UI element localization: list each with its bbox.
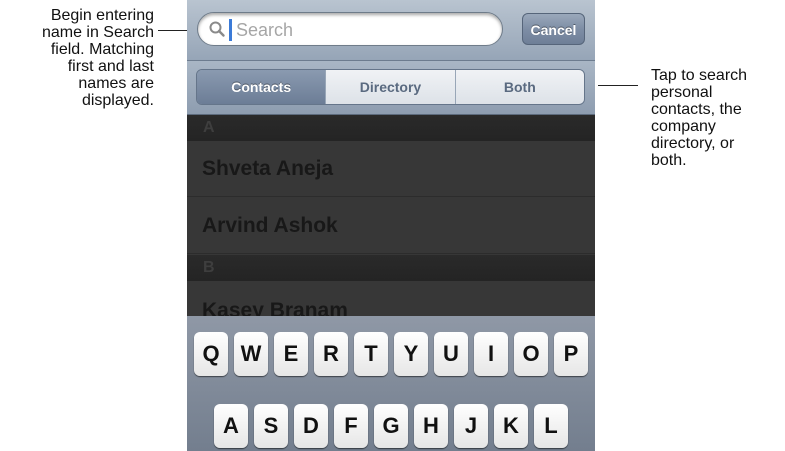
key-o[interactable]: O xyxy=(514,332,548,376)
callout-leader-line xyxy=(598,85,638,86)
callout-search-instructions: Begin entering name in Search field. Mat… xyxy=(0,7,154,109)
keyboard-row-top: Q W E R T Y U I O P xyxy=(187,332,595,376)
callout-line: both. xyxy=(651,152,687,169)
contact-row[interactable]: Arvind Ashok xyxy=(187,198,595,254)
key-j[interactable]: J xyxy=(454,404,488,448)
search-bar: Cancel xyxy=(187,0,595,61)
callout-line: personal xyxy=(651,84,713,101)
callout-line: field. Matching xyxy=(50,41,154,58)
key-r[interactable]: R xyxy=(314,332,348,376)
key-y[interactable]: Y xyxy=(394,332,428,376)
search-icon xyxy=(209,21,225,37)
key-e[interactable]: E xyxy=(274,332,308,376)
phone-screen: Cancel Contacts Directory Both A Shveta … xyxy=(187,0,595,451)
key-d[interactable]: D xyxy=(294,404,328,448)
scope-segmented-control: Contacts Directory Both xyxy=(196,69,585,105)
section-header-a: A xyxy=(187,115,595,141)
key-a[interactable]: A xyxy=(214,404,248,448)
key-q[interactable]: Q xyxy=(194,332,228,376)
search-field[interactable] xyxy=(197,12,503,46)
callout-scope-instructions: Tap to search personal contacts, the com… xyxy=(651,67,785,169)
keyboard: Q W E R T Y U I O P A S D F G H J K L xyxy=(187,316,595,451)
callout-line: names are xyxy=(78,75,154,92)
key-s[interactable]: S xyxy=(254,404,288,448)
key-i[interactable]: I xyxy=(474,332,508,376)
key-f[interactable]: F xyxy=(334,404,368,448)
callout-line: contacts, the xyxy=(651,101,742,118)
callout-line: name in Search xyxy=(41,24,154,41)
key-u[interactable]: U xyxy=(434,332,468,376)
key-h[interactable]: H xyxy=(414,404,448,448)
scope-bar: Contacts Directory Both xyxy=(187,61,595,115)
callout-line: directory, or xyxy=(651,135,735,152)
key-p[interactable]: P xyxy=(554,332,588,376)
scope-contacts-tab[interactable]: Contacts xyxy=(197,70,326,104)
keyboard-row-middle: A S D F G H J K L xyxy=(187,404,595,448)
cancel-button[interactable]: Cancel xyxy=(522,13,585,45)
key-w[interactable]: W xyxy=(234,332,268,376)
scope-directory-tab[interactable]: Directory xyxy=(325,70,455,104)
key-l[interactable]: L xyxy=(534,404,568,448)
callout-line: Tap to search xyxy=(651,67,748,84)
search-input[interactable] xyxy=(236,17,486,43)
key-t[interactable]: T xyxy=(354,332,388,376)
callout-line: displayed. xyxy=(81,92,154,109)
callout-line: Begin entering xyxy=(50,7,154,24)
callout-line: first and last xyxy=(67,58,154,75)
key-k[interactable]: K xyxy=(494,404,528,448)
contact-list: A Shveta Aneja Arvind Ashok B Kasey Bran… xyxy=(187,115,595,339)
text-cursor xyxy=(229,19,232,41)
section-header-b: B xyxy=(187,255,595,281)
key-g[interactable]: G xyxy=(374,404,408,448)
callout-line: company xyxy=(651,118,716,135)
contact-row[interactable]: Shveta Aneja xyxy=(187,141,595,197)
scope-both-tab[interactable]: Both xyxy=(454,70,584,104)
